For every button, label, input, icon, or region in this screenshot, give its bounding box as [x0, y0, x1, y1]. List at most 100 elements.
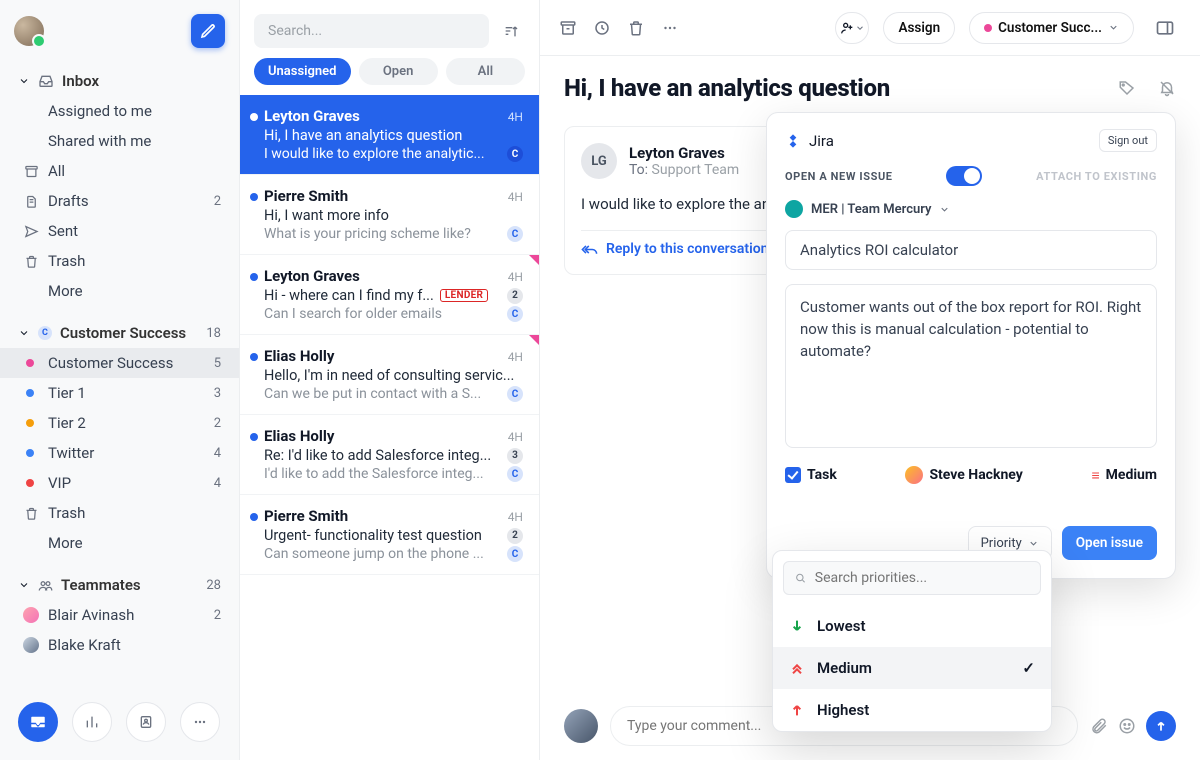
- team-twitter[interactable]: Twitter4: [0, 438, 239, 468]
- assignee[interactable]: Steve Hackney: [905, 466, 1022, 484]
- team-tier2[interactable]: Tier 22: [0, 408, 239, 438]
- subject: Hi, I have an analytics question: [264, 127, 523, 144]
- archive-button[interactable]: [558, 18, 578, 38]
- subject: Hi, I want more info: [264, 207, 523, 224]
- arrow-down-icon: [789, 618, 805, 634]
- inbox-more[interactable]: More: [0, 276, 239, 306]
- assignee-dropdown[interactable]: [835, 12, 869, 44]
- preview: Can I search for older emailsC: [264, 306, 523, 322]
- conversation-item[interactable]: Elias Holly4H Hello, I'm in need of cons…: [240, 335, 539, 415]
- reply-all-icon: [581, 241, 598, 258]
- teammate-blake[interactable]: Blake Kraft: [0, 630, 239, 660]
- team-trash[interactable]: Trash: [0, 498, 239, 528]
- inbox-header[interactable]: Inbox: [0, 62, 239, 96]
- foot-inbox-button[interactable]: [18, 702, 58, 742]
- sender-avatar: LG: [581, 143, 617, 179]
- tag-icon: [1118, 79, 1136, 97]
- foot-contacts-button[interactable]: [126, 702, 166, 742]
- tag-chip: LENDER: [440, 289, 488, 302]
- team-customer-success[interactable]: Customer Success5: [0, 348, 239, 378]
- me-avatar[interactable]: [14, 16, 44, 46]
- more-button[interactable]: [660, 18, 680, 38]
- search-input[interactable]: [254, 14, 489, 48]
- project-selector[interactable]: MER | Team Mercury: [785, 200, 1157, 218]
- panel-toggle[interactable]: [1148, 12, 1182, 44]
- priority-option-lowest[interactable]: Lowest: [773, 605, 1051, 647]
- conversation-item[interactable]: Leyton Graves4H Hi, I have an analytics …: [240, 95, 539, 175]
- bars-icon: [84, 714, 100, 730]
- emoji-button[interactable]: [1118, 717, 1136, 735]
- sender-name: Elias Holly: [264, 427, 334, 445]
- sender-name: Leyton Graves: [264, 107, 360, 125]
- team-vip[interactable]: VIP4: [0, 468, 239, 498]
- mode-attach-label: ATTACH TO EXISTING: [1036, 170, 1157, 183]
- team-more[interactable]: More: [0, 528, 239, 558]
- subject: Re: I'd like to add Salesforce integ...3: [264, 447, 523, 464]
- attach-button[interactable]: [1090, 717, 1108, 735]
- foot-analytics-button[interactable]: [72, 702, 112, 742]
- tab-all[interactable]: All: [446, 58, 525, 85]
- team-pill[interactable]: Customer Succ...: [969, 12, 1134, 44]
- preview: What is your pricing scheme like?C: [264, 226, 523, 242]
- teammate-blair[interactable]: Blair Avinash2: [0, 600, 239, 630]
- avatar-icon: [23, 607, 39, 623]
- count-badge: 2: [507, 528, 523, 544]
- mute-button[interactable]: [1158, 79, 1176, 97]
- jira-app-name: Jira: [809, 132, 834, 150]
- sidebar: Inbox Assigned to me Shared with me All …: [0, 0, 240, 760]
- channel-badge: C: [507, 226, 523, 242]
- time: 4H: [508, 430, 523, 444]
- project-icon: [785, 200, 803, 218]
- inbox-trash[interactable]: Trash: [0, 246, 239, 276]
- conversation-list: Unassigned Open All Leyton Graves4H Hi, …: [240, 0, 540, 760]
- assign-button[interactable]: Assign: [883, 12, 955, 44]
- description-textarea[interactable]: Customer wants out of the box report for…: [785, 284, 1157, 448]
- signout-button[interactable]: Sign out: [1099, 129, 1157, 152]
- jira-icon: [785, 133, 801, 149]
- team-header[interactable]: C Customer Success 18: [0, 314, 239, 348]
- chevron-down-icon: [18, 75, 30, 87]
- teammates-header[interactable]: Teammates 28: [0, 566, 239, 600]
- chevron-down-icon: [18, 579, 30, 591]
- compose-button[interactable]: [191, 14, 225, 48]
- sort-icon: [503, 23, 519, 39]
- sort-button[interactable]: [497, 14, 525, 48]
- inbox-sent[interactable]: Sent: [0, 216, 239, 246]
- snooze-button[interactable]: [592, 18, 612, 38]
- tab-open[interactable]: Open: [359, 58, 438, 85]
- time: 4H: [508, 190, 523, 204]
- priority-search-input[interactable]: [815, 570, 1030, 586]
- trash-icon: [24, 506, 39, 521]
- priority-option-highest[interactable]: Highest: [773, 689, 1051, 731]
- tab-unassigned[interactable]: Unassigned: [254, 58, 351, 85]
- tag-button[interactable]: [1118, 79, 1136, 97]
- mode-toggle[interactable]: [946, 166, 982, 186]
- send-button[interactable]: [1146, 711, 1176, 741]
- conversation-item[interactable]: Leyton Graves4H Hi - where can I find my…: [240, 255, 539, 335]
- priority-option-medium[interactable]: Medium ✓: [773, 647, 1051, 689]
- team-tier1[interactable]: Tier 13: [0, 378, 239, 408]
- channel-badge: C: [507, 466, 523, 482]
- priority-dropdown: Lowest Medium ✓ Highest: [772, 550, 1052, 732]
- inbox-shared[interactable]: Shared with me: [0, 126, 239, 156]
- foot-more-button[interactable]: [180, 702, 220, 742]
- preview: I would like to explore the analytic...C: [264, 146, 523, 162]
- priority[interactable]: ≡Medium: [1091, 467, 1157, 484]
- subject: Hi - where can I find my f...LENDER2: [264, 287, 523, 304]
- team-title: Customer Success: [60, 324, 186, 342]
- open-issue-button[interactable]: Open issue: [1062, 526, 1157, 560]
- conversation-item[interactable]: Pierre Smith4H Hi, I want more info What…: [240, 175, 539, 255]
- inbox-drafts[interactable]: Drafts2: [0, 186, 239, 216]
- trash-button[interactable]: [626, 18, 646, 38]
- teammates-icon: [38, 578, 53, 593]
- priority-search[interactable]: [783, 561, 1041, 595]
- conversation-item[interactable]: Pierre Smith4H Urgent- functionality tes…: [240, 495, 539, 575]
- channel-badge: C: [507, 306, 523, 322]
- count-badge: 2: [507, 288, 523, 304]
- summary-input[interactable]: [785, 230, 1157, 270]
- dots-icon: [192, 714, 208, 730]
- issue-type[interactable]: Task: [785, 467, 837, 483]
- conversation-item[interactable]: Elias Holly 4H Re: I'd like to add Salesf…: [240, 415, 539, 495]
- inbox-all[interactable]: All: [0, 156, 239, 186]
- inbox-assigned[interactable]: Assigned to me: [0, 96, 239, 126]
